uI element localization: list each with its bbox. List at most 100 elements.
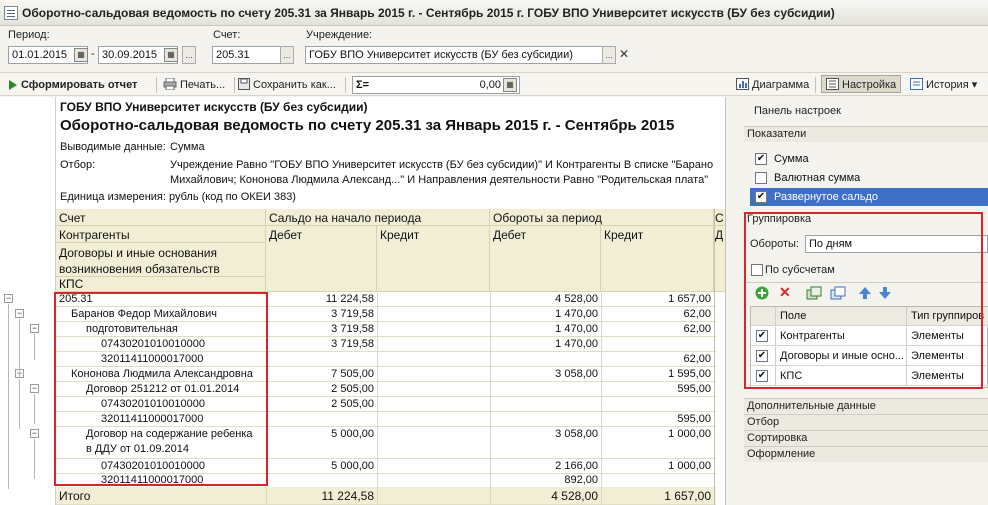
section-indicators[interactable]: Показатели (744, 126, 988, 142)
clear-icon[interactable]: ✕ (617, 46, 631, 64)
filter-label: Отбор: (60, 159, 96, 171)
indicator-item[interactable]: ✔ Сумма (750, 150, 988, 168)
filter-text-2: Михайлович; Кононова Людмила Александ...… (170, 174, 709, 186)
row-credit-turnover (601, 397, 714, 412)
row-debit-turnover (490, 352, 601, 367)
header-debit-opening: Дебет (266, 226, 377, 292)
row-credit-opening (377, 397, 490, 412)
chevron-down-icon: ▾ (968, 79, 978, 91)
settings-button[interactable]: Настройка (821, 75, 902, 96)
row-credit-opening (377, 337, 490, 352)
row-debit-opening: 3 719,58 (331, 308, 374, 320)
row-credit-turnover: 62,00 (683, 308, 711, 320)
tree-line (34, 394, 35, 424)
history-button[interactable]: История ▾ (910, 76, 977, 94)
row-debit-turnover (490, 397, 601, 412)
settings-panel: Панель настроек Показатели ✔ Сумма Валютна… (744, 97, 988, 505)
indicator-checkbox[interactable]: ✔ (755, 191, 767, 203)
row-debit-opening: 2 505,00 (331, 398, 374, 410)
save-icon (238, 78, 250, 96)
row-debit-turnover: 1 470,00 (555, 308, 598, 320)
row-debit-turnover: 2 166,00 (555, 460, 598, 472)
indicator-checkbox[interactable] (755, 172, 767, 184)
row-credit-opening (377, 292, 490, 307)
row-debit-turnover (490, 382, 601, 397)
collapse-icon[interactable]: − (30, 384, 39, 393)
row-debit-opening: 11 224,58 (325, 293, 374, 305)
tree-line (19, 379, 20, 429)
row-credit-turnover: 1 657,00 (668, 293, 711, 305)
section-design[interactable]: Оформление (744, 446, 988, 462)
indicator-item[interactable]: Валютная сумма (750, 169, 988, 187)
print-label: Печать... (180, 79, 226, 91)
diagram-label: Диаграмма (752, 79, 810, 91)
header-contracts-line2: возникновения обязательств (59, 262, 220, 276)
highlight-box-grouping (744, 212, 983, 389)
row-credit-opening (377, 352, 490, 367)
tree-line (34, 334, 35, 360)
row-debit-turnover: 3 058,00 (555, 368, 598, 380)
printer-icon (163, 77, 177, 96)
section-additional[interactable]: Дополнительные данные (744, 398, 988, 414)
row-credit-turnover: 595,00 (677, 383, 711, 395)
window-title: Оборотно-сальдовая ведомость по счету 20… (22, 5, 835, 20)
report-title: Оборотно-сальдовая ведомость по счету 20… (60, 117, 675, 134)
collapse-icon[interactable]: − (30, 324, 39, 333)
header-opening-balance: Сальдо на начало периода (266, 209, 490, 226)
org-field[interactable]: ГОБУ ВПО Университет искусств (БУ без су… (305, 46, 605, 64)
indicator-label: Сумма (774, 153, 809, 165)
header-credit-turnover: Кредит (601, 226, 714, 292)
org-select-button[interactable]: ... (602, 46, 616, 64)
settings-icon (826, 78, 839, 96)
header-debit-turnover: Дебет (490, 226, 601, 292)
sum-value: 0,00 (479, 79, 501, 91)
highlight-box-rows (54, 292, 268, 486)
org-label: Учреждение: (306, 29, 373, 41)
row-debit-opening (266, 473, 377, 488)
history-icon (910, 78, 923, 96)
header-turnover: Обороты за период (490, 209, 714, 226)
tree-line (8, 304, 9, 489)
row-credit-turnover (601, 337, 714, 352)
collapse-icon[interactable]: − (15, 309, 24, 318)
generate-report-button[interactable]: Сформировать отчет (8, 76, 137, 94)
save-as-button[interactable]: Сохранить как... (238, 76, 336, 94)
calendar-icon[interactable]: ▦ (164, 48, 178, 62)
chart-icon (736, 78, 749, 96)
row-debit-turnover: 1 470,00 (555, 338, 598, 350)
report-document[interactable]: ГОБУ ВПО Университет искусств (БУ без су… (0, 97, 726, 505)
row-credit-opening (377, 322, 490, 337)
history-label: История (926, 79, 969, 91)
print-button[interactable]: Печать... (163, 76, 225, 94)
indicator-checkbox[interactable]: ✔ (755, 153, 767, 165)
sum-field[interactable]: Σ= 0,00 ▦ (352, 76, 520, 94)
filter-text-1: Учреждение Равно "ГОБУ ВПО Университет и… (170, 159, 714, 171)
row-debit-opening (266, 352, 377, 367)
header-counterparties: Контрагенты (56, 226, 266, 243)
indicator-label: Валютная сумма (774, 172, 861, 184)
collapse-icon[interactable]: − (30, 429, 39, 438)
report-org: ГОБУ ВПО Университет искусств (БУ без су… (60, 100, 368, 114)
row-credit-opening (377, 412, 490, 427)
row-credit-turnover: 1 000,00 (668, 460, 711, 472)
panel-title: Панель настроек (754, 105, 841, 117)
period-label: Период: (8, 29, 50, 41)
row-debit-turnover: 3 058,00 (555, 428, 598, 440)
output-label: Выводимые данные: (60, 141, 166, 153)
row-credit-opening (377, 382, 490, 397)
total-label: Итого (59, 489, 91, 503)
section-filter[interactable]: Отбор (744, 414, 988, 430)
output-value: Сумма (170, 141, 205, 153)
period-select-button[interactable]: ... (182, 46, 196, 64)
indicator-item[interactable]: ✔ Развернутое сальдо (750, 188, 988, 206)
calendar-icon[interactable]: ▦ (74, 48, 88, 62)
account-select-button[interactable]: ... (280, 46, 294, 64)
indicator-label: Развернутое сальдо (774, 191, 879, 203)
row-credit-turnover: 1 000,00 (668, 428, 711, 440)
calculator-icon[interactable]: ▦ (503, 78, 517, 92)
header-credit-opening: Кредит (377, 226, 490, 292)
section-sort[interactable]: Сортировка (744, 430, 988, 446)
collapse-icon[interactable]: − (4, 294, 13, 303)
row-debit-opening: 2 505,00 (331, 383, 374, 395)
diagram-button[interactable]: Диаграмма (736, 76, 809, 94)
